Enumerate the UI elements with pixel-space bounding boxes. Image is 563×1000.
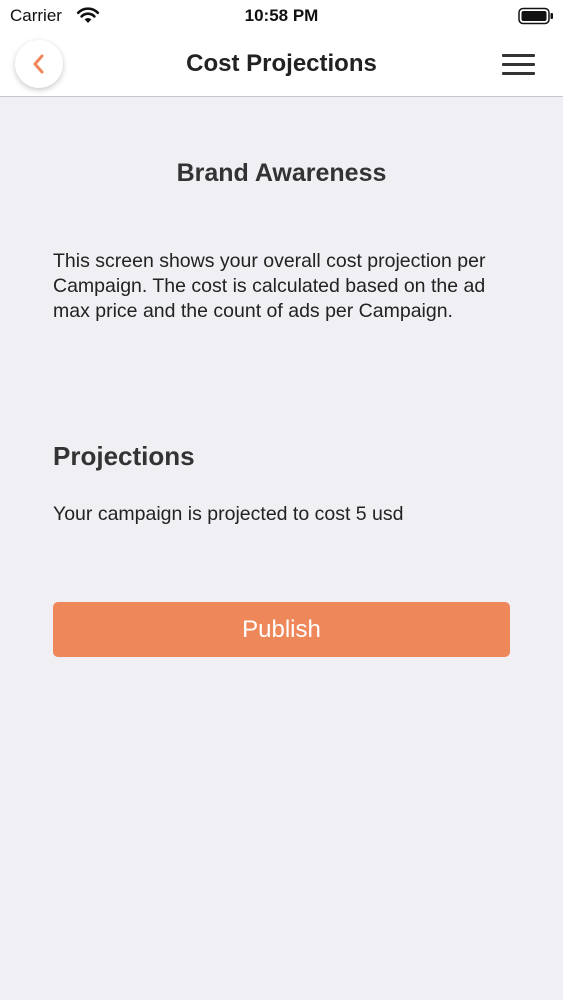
projections-heading: Projections	[53, 441, 195, 471]
battery-icon	[518, 7, 553, 25]
projection-text: Your campaign is projected to cost 5 usd	[53, 503, 404, 525]
navigation-bar: Cost Projections	[0, 32, 563, 97]
campaign-title: Brand Awareness	[176, 159, 387, 187]
page-title: Cost Projections	[186, 50, 377, 77]
publish-button[interactable]: Publish	[53, 602, 510, 657]
description-text: This screen shows your overall cost proj…	[53, 250, 486, 322]
status-time: 10:58 PM	[244, 6, 319, 25]
status-bar: Carrier 10:58 PM	[0, 0, 563, 32]
hamburger-menu-icon[interactable]	[500, 50, 538, 78]
